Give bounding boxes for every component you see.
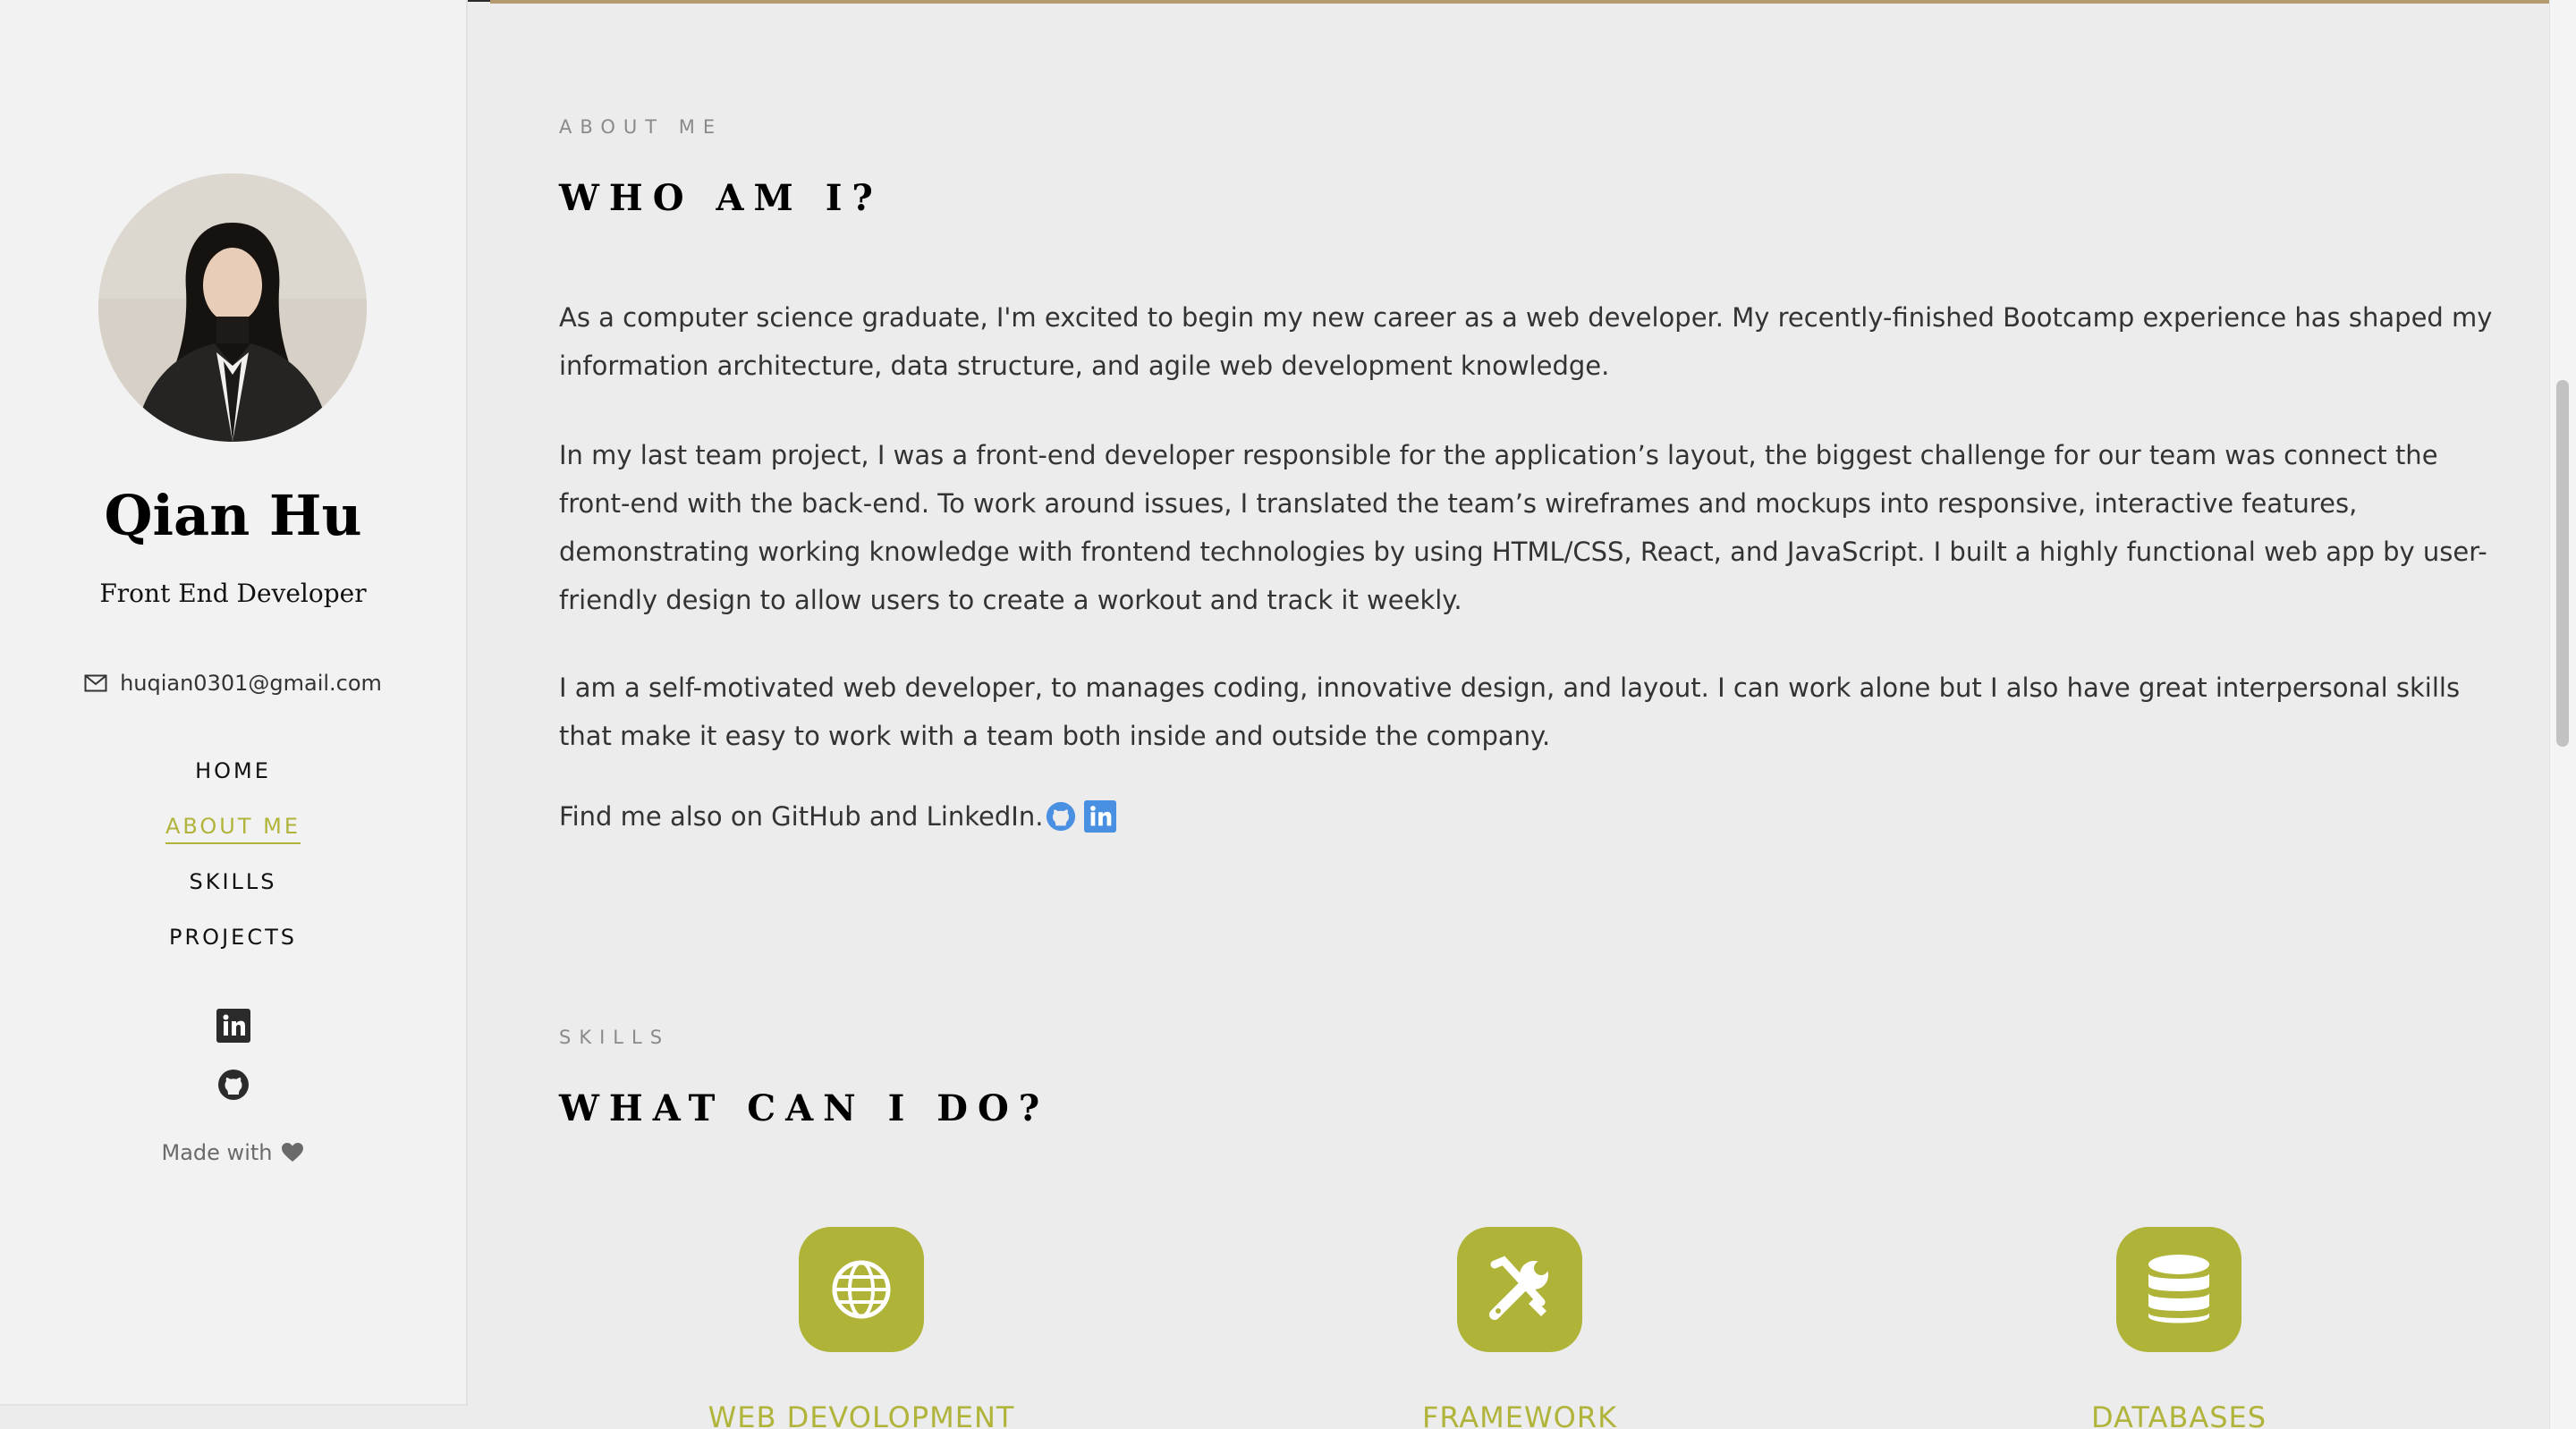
github-icon[interactable] [216,1068,250,1102]
about-paragraph-1: As a computer science graduate, I'm exci… [559,302,2493,381]
nav-item-about-me[interactable]: ABOUT ME [0,811,466,867]
nav-label: SKILLS [189,869,277,894]
skill-icon-box [2116,1227,2241,1352]
skill-card-web-development: WEB DEVOLOPMENT [682,1227,1040,1429]
globe-icon [832,1260,891,1319]
browser-window: Qian Hu Front End Developer huqian0301@g… [0,0,2576,1429]
nav-label: HOME [195,758,271,783]
section-divider [490,0,2549,4]
sidebar-nav: HOME ABOUT ME SKILLS PROJECTS [0,756,466,977]
linkedin-icon[interactable] [216,1009,250,1043]
find-me-row: Find me also on GitHub and LinkedIn. [559,800,1117,833]
skill-card-framework: FRAMEWORK [1341,1227,1699,1429]
nav-item-home[interactable]: HOME [0,756,466,811]
about-eyebrow: ABOUT ME [559,116,724,138]
find-me-text: Find me also on GitHub and LinkedIn. [559,801,1044,832]
skill-label: WEB DEVOLOPMENT [708,1400,1015,1429]
skill-icon-box [1457,1227,1582,1352]
linkedin-link-icon[interactable] [1084,800,1117,833]
envelope-icon [84,674,107,692]
profile-role: Front End Developer [99,579,367,608]
database-icon [2148,1255,2209,1323]
scrollbar-thumb[interactable] [2556,380,2569,747]
nav-item-skills[interactable]: SKILLS [0,867,466,922]
nav-item-projects[interactable]: PROJECTS [0,922,466,977]
profile-name: Qian Hu [104,483,362,548]
email-row[interactable]: huqian0301@gmail.com [0,671,466,696]
made-with-note: Made with [0,1140,466,1165]
nav-label: PROJECTS [169,925,297,950]
skills-eyebrow: SKILLS [559,1027,671,1048]
main-content: ABOUT ME WHO AM I? As a computer science… [490,0,2549,1429]
sidebar: Qian Hu Front End Developer huqian0301@g… [0,0,468,1406]
skill-icon-box [799,1227,924,1352]
sidebar-social-links [0,1009,466,1127]
about-paragraph-3: I am a self-motivated web developer, to … [559,672,2461,751]
about-heading: WHO AM I? [559,177,883,219]
email-link[interactable]: huqian0301@gmail.com [120,671,382,696]
about-paragraph-2: In my last team project, I was a front-e… [559,440,2487,615]
github-link-icon[interactable] [1045,800,1077,833]
made-with-text: Made with [161,1140,273,1165]
skill-card-databases: DATABASES [2000,1227,2358,1429]
skills-heading: WHAT CAN I DO? [559,1087,1050,1129]
profile-photo [98,173,367,442]
tools-icon [1489,1256,1548,1320]
heart-icon [282,1143,304,1162]
skill-label: DATABASES [2090,1400,2267,1429]
skill-label: FRAMEWORK [1421,1400,1618,1429]
nav-label: ABOUT ME [165,814,301,844]
